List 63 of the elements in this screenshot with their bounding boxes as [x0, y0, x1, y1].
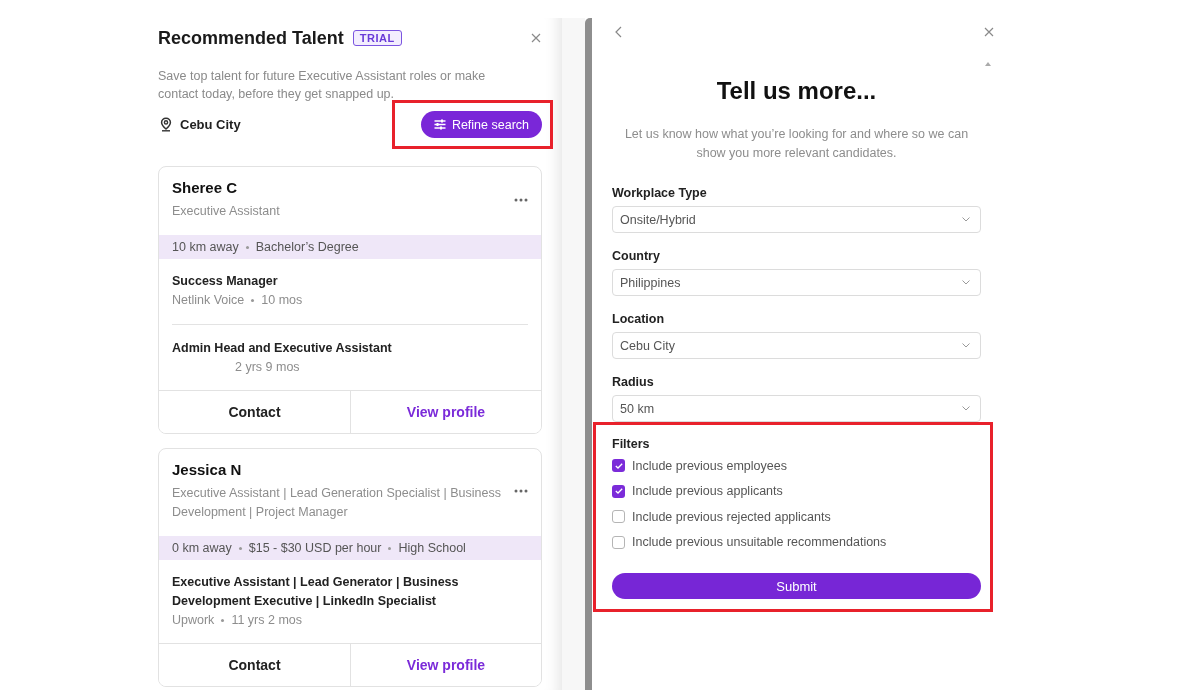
field-label: Location	[612, 311, 666, 328]
separator-dot-icon	[221, 619, 225, 622]
scroll-up-icon[interactable]	[985, 62, 991, 66]
location-label: Cebu City	[180, 117, 241, 132]
experience-title: Executive Assistant | Lead Generator | Business Development Executive | LinkedIn Specialist	[172, 574, 460, 610]
checkbox[interactable]	[612, 459, 625, 473]
close-icon[interactable]	[984, 27, 994, 37]
checkbox-label: Include previous applicants	[632, 484, 783, 499]
checkbox[interactable]	[612, 484, 625, 498]
candidate-name: Jessica N	[172, 460, 243, 480]
description-text: Save top talent for future Executive Assistant roles or make contact today, before they get snapped up.	[158, 68, 487, 103]
field-label: Workplace Type	[612, 185, 708, 202]
detail-text: 10 km away	[172, 240, 239, 254]
select-field[interactable]: Philippines	[612, 269, 981, 296]
checkbox[interactable]	[612, 510, 625, 524]
detail-text: High School	[398, 541, 466, 555]
more-icon[interactable]	[514, 197, 528, 202]
checkmark-icon	[614, 488, 623, 495]
field-label: Country	[612, 248, 661, 265]
refine-search-button[interactable]: Refine search	[420, 111, 542, 138]
checkbox-label: Include previous employees	[632, 458, 787, 473]
chevron-down-icon	[962, 217, 970, 222]
location-pin-icon	[160, 117, 172, 132]
experience-duration: 10 mos	[261, 292, 303, 309]
candidate-role: Executive Assistant | Lead Generation Specialist | Business Development | Project Manager	[172, 485, 502, 521]
separator-dot-icon	[251, 299, 255, 302]
more-icon[interactable]	[514, 489, 528, 493]
panel-title: Recommended Talent	[158, 27, 344, 49]
filters-label: Filters	[612, 436, 651, 453]
view-profile-button[interactable]: View profile	[350, 391, 541, 433]
candidate-role: Executive Assistant	[172, 203, 281, 220]
separator-dot-icon	[388, 546, 392, 550]
chevron-down-icon	[962, 406, 970, 411]
sliders-icon	[433, 119, 446, 130]
field-label: Radius	[612, 374, 655, 391]
select-field[interactable]: 50 km	[612, 395, 981, 422]
submit-button[interactable]: Submit	[612, 573, 981, 599]
view-profile-button[interactable]: View profile	[350, 644, 541, 686]
experience-title: Success Manager	[172, 273, 279, 290]
candidate-name: Sheree C	[172, 178, 239, 198]
company-name: Upwork	[172, 612, 215, 629]
chevron-down-icon	[962, 280, 970, 285]
experience-duration: 2 yrs 9 mos	[235, 359, 300, 376]
close-icon[interactable]	[531, 33, 541, 43]
back-icon[interactable]	[615, 26, 622, 38]
chevron-down-icon	[962, 343, 970, 348]
detail-text: 0 km away	[172, 541, 232, 555]
experience-title: Admin Head and Executive Assistant	[172, 340, 393, 357]
checkbox-label: Include previous rejected applicants	[632, 509, 831, 524]
form-description: Let us know how what you’re looking for and where so we can show you more relevant candidates.	[623, 126, 970, 162]
select-field[interactable]: Onsite/Hybrid	[612, 206, 981, 233]
trial-badge: TRIAL	[352, 30, 402, 46]
checkbox-label: Include previous unsuitable recommendations	[632, 535, 887, 550]
form-title: Tell us more...	[715, 76, 878, 106]
select-field[interactable]: Cebu City	[612, 332, 981, 359]
separator-dot-icon	[238, 546, 242, 550]
checkbox[interactable]	[612, 535, 625, 549]
separator-dot-icon	[245, 245, 249, 249]
checkmark-icon	[614, 462, 623, 469]
detail-text: Bachelor’s Degree	[255, 240, 359, 254]
company-name: Netlink Voice	[172, 292, 245, 309]
detail-text: $15 - $30 USD per hour	[248, 541, 382, 555]
experience-duration: 11 yrs 2 mos	[231, 612, 302, 629]
